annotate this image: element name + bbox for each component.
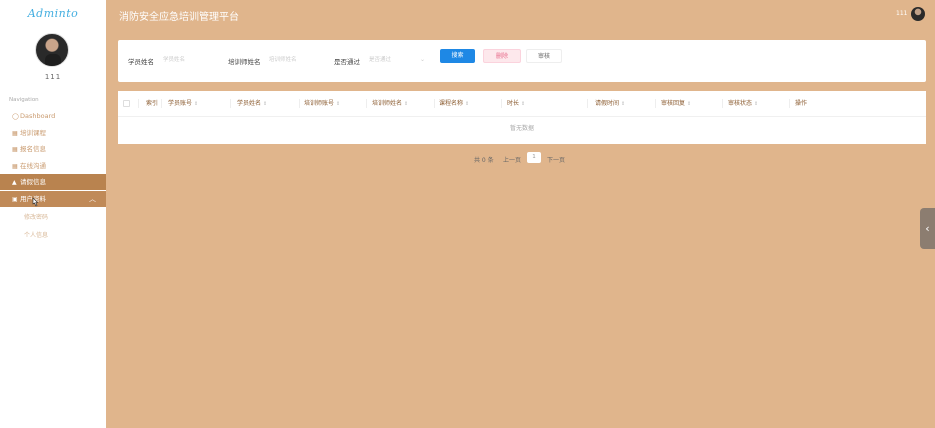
sidebar-item-user-profile[interactable]: ▣用户资料 ︿ — [0, 191, 106, 207]
top-username[interactable]: 111 — [896, 10, 907, 17]
column-divider — [434, 99, 435, 108]
sidebar-item-online-chat[interactable]: ▦ 在线沟通 — [0, 158, 106, 174]
chevron-up-icon: ︿ — [89, 195, 96, 203]
pagination-page[interactable]: 1 — [527, 152, 541, 163]
trainer-name-input[interactable]: 培训师姓名 — [269, 54, 329, 66]
grid-icon: ▦ — [12, 146, 18, 153]
column-divider — [722, 99, 723, 108]
column-header-student-name[interactable]: 学员姓名 ⇕ — [237, 91, 267, 116]
student-name-label: 学员姓名 — [128, 58, 154, 66]
sidebar-item-label: 请假信息 — [20, 178, 46, 186]
column-divider — [138, 99, 139, 108]
search-button[interactable]: 搜索 — [440, 49, 475, 63]
dashboard-icon: ◯ — [12, 113, 19, 120]
column-divider — [299, 99, 300, 108]
column-divider — [655, 99, 656, 108]
chevron-down-icon: ⌄ — [420, 56, 426, 63]
sidebar-item-dashboard[interactable]: ◯Dashboard — [0, 108, 106, 124]
column-header-leave-time[interactable]: 请假时间 ⇕ — [595, 91, 625, 116]
lock-icon: ▲ — [12, 179, 17, 186]
column-divider — [161, 99, 162, 108]
column-header-index: 索引 — [146, 100, 159, 107]
sort-icon: ⇕ — [687, 101, 692, 107]
column-header-actions: 操作 — [795, 100, 808, 107]
column-divider — [366, 99, 367, 108]
data-table: 索引 学员账号 ⇕ 学员姓名 ⇕ 培训师账号 ⇕ 培训师姓名 ⇕ 课程名称 ⇕ 时长 ⇕ 请… — [118, 91, 926, 144]
header-separator — [118, 116, 926, 117]
nav-heading: Navigation — [9, 97, 39, 103]
user-avatar[interactable] — [35, 33, 69, 67]
top-avatar[interactable] — [911, 7, 925, 21]
column-header-duration[interactable]: 时长 ⇕ — [507, 91, 525, 116]
column-divider — [587, 99, 588, 108]
audit-button[interactable]: 审核 — [526, 49, 562, 63]
sort-icon: ⇕ — [465, 101, 470, 107]
sort-icon: ⇕ — [336, 101, 341, 107]
pagination-next[interactable]: 下一页 — [547, 155, 565, 164]
sidebar-item-label: Dashboard — [20, 112, 56, 120]
passed-label: 是否通过 — [334, 58, 360, 66]
sidebar-item-label: 报名信息 — [20, 145, 46, 153]
sidebar-username: 111 — [44, 73, 62, 81]
student-name-input[interactable]: 学员姓名 — [163, 54, 218, 66]
grid-icon: ▦ — [12, 130, 18, 137]
app-logo[interactable]: Adminto — [0, 7, 106, 20]
chevron-left-icon: ‹ — [925, 222, 930, 235]
column-divider — [501, 99, 502, 108]
sort-icon: ⇕ — [404, 101, 409, 107]
pagination-total: 共 0 条 — [474, 157, 494, 164]
sort-icon: ⇕ — [521, 101, 526, 107]
column-header-audit-status[interactable]: 审核状态 ⇕ — [728, 91, 758, 116]
column-divider — [789, 99, 790, 108]
column-divider — [230, 99, 231, 108]
select-all-checkbox[interactable] — [123, 100, 130, 107]
sort-icon: ⇕ — [194, 101, 199, 107]
app-title: 消防安全应急培训管理平台 — [119, 12, 239, 23]
sidebar-item-label: 培训课程 — [20, 129, 46, 137]
mouse-cursor-icon — [32, 197, 39, 207]
sort-icon: ⇕ — [621, 101, 626, 107]
column-header-course-name[interactable]: 课程名称 ⇕ — [439, 91, 469, 116]
column-header-student-account[interactable]: 学员账号 ⇕ — [168, 91, 198, 116]
sidebar-subitem-change-password[interactable]: 修改密码 — [0, 210, 106, 226]
sort-icon: ⇕ — [263, 101, 268, 107]
column-header-trainer-name[interactable]: 培训师姓名 ⇕ — [372, 91, 408, 116]
sidebar-item-registration[interactable]: ▦ 报名信息 — [0, 141, 106, 157]
delete-button[interactable]: 删除 — [483, 49, 521, 63]
sidebar-item-leave-info[interactable]: ▲ 请假信息 — [0, 174, 106, 190]
user-card-icon: ▣ — [12, 196, 18, 203]
column-header-trainer-account[interactable]: 培训师账号 ⇕ — [304, 91, 340, 116]
sidebar-subitem-personal-info[interactable]: 个人信息 — [0, 228, 106, 244]
search-panel: 学员姓名 学员姓名 培训师姓名 培训师姓名 是否通过 是否通过 ⌄ 搜索 删除 … — [118, 40, 926, 82]
sidebar: Adminto 111 Navigation ◯Dashboard ▦ 培训课程 … — [0, 0, 106, 428]
pagination-prev[interactable]: 上一页 — [503, 155, 521, 164]
side-panel-toggle[interactable]: ‹ — [920, 208, 935, 249]
sidebar-item-label: 在线沟通 — [20, 162, 46, 170]
grid-icon: ▦ — [12, 163, 18, 170]
trainer-name-label: 培训师姓名 — [228, 58, 261, 66]
column-header-audit-reply[interactable]: 审核回复 ⇕ — [661, 91, 691, 116]
empty-state-text: 暂无数据 — [509, 125, 534, 132]
sidebar-item-training-courses[interactable]: ▦ 培训课程 — [0, 125, 106, 141]
sort-icon: ⇕ — [754, 101, 759, 107]
